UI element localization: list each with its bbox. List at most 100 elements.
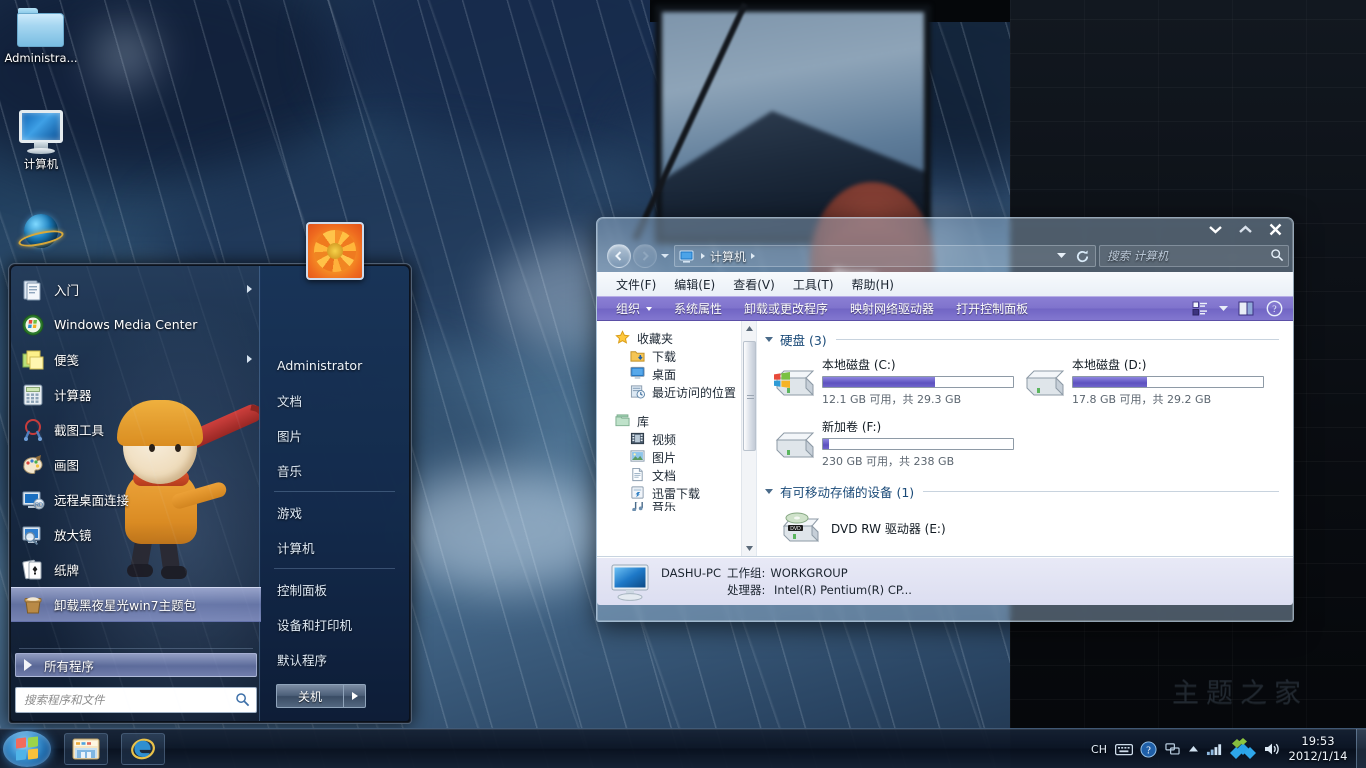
taskbar-internet-explorer[interactable] [121,733,165,765]
start-menu-item-music[interactable]: 音乐 [260,453,409,488]
start-menu-item-control-panel[interactable]: 控制面板 [260,572,409,607]
navigation-pane[interactable]: 收藏夹 下载 桌面 最近访问的位置 库 视频 图片 文档 迅雷下载 音乐 [597,321,757,556]
start-menu-item-default-programs[interactable]: 默认程序 [260,642,409,677]
view-dropdown-button[interactable] [1216,298,1230,319]
content-pane[interactable]: 硬盘 (3) 本地磁盘 (C:) 12.1 GB 可用，共 29.3 GB 本地… [757,321,1293,556]
group-header-removable-devices[interactable]: 有可移动存储的设备 (1) [757,481,1293,501]
menu-view[interactable]: 查看(V) [724,273,784,297]
menu-bar[interactable]: 文件(F) 编辑(E) 查看(V) 工具(T) 帮助(H) [597,272,1293,296]
scroll-up-button[interactable] [742,321,756,336]
shutdown-button[interactable]: 关机 [276,684,344,708]
map-network-drive-button[interactable]: 映射网络驱动器 [839,297,945,320]
maximize-button[interactable] [1231,220,1259,239]
start-menu-item-computer[interactable]: 计算机 [260,530,409,565]
ime-indicator[interactable]: CH [1091,743,1107,756]
explorer-search-box[interactable]: 搜索 计算机 [1099,245,1289,267]
address-dropdown-button[interactable] [1052,253,1071,259]
start-menu-search[interactable] [15,687,257,715]
nav-item-favorites[interactable]: 收藏夹 [597,329,756,347]
volume-icon[interactable] [1262,734,1282,764]
nav-item-downloads[interactable]: 下载 [597,347,756,365]
preview-pane-icon[interactable] [1234,298,1258,319]
shutdown-control[interactable]: 关机 [276,684,366,708]
start-menu-item-snipping-tool[interactable]: 截图工具 [11,412,261,447]
drive-item-f[interactable]: 新加卷 (F:) 230 GB 可用，共 238 GB [771,417,1021,469]
nav-item-music[interactable]: 音乐 [597,502,756,511]
start-menu-item-remote-desktop[interactable]: RD 远程桌面连接 [11,482,261,517]
start-menu-item-paint[interactable]: 画图 [11,447,261,482]
scroll-down-button[interactable] [742,541,756,556]
nav-item-thunder-downloads[interactable]: 迅雷下载 [597,484,756,502]
close-button[interactable] [1261,220,1289,239]
scrollbar-thumb[interactable] [743,341,756,451]
menu-file[interactable]: 文件(F) [607,273,665,297]
nav-scrollbar[interactable] [741,321,756,556]
start-button[interactable] [3,731,51,767]
all-programs-button[interactable]: 所有程序 [15,653,257,677]
start-menu-item-documents[interactable]: 文档 [260,383,409,418]
device-item-dvd[interactable]: DVD DVD RW 驱动器 (E:) [757,501,1293,547]
minimize-button[interactable] [1201,220,1229,239]
start-menu-item-media-center[interactable]: Windows Media Center [11,307,261,342]
taskbar-windows-explorer[interactable] [64,733,108,765]
group-header-hard-disks[interactable]: 硬盘 (3) [757,329,1293,349]
breadcrumb[interactable]: 计算机 [696,248,760,265]
menu-tools[interactable]: 工具(T) [784,273,843,297]
menu-help[interactable]: 帮助(H) [843,273,903,297]
start-menu[interactable]: 入门 Windows Media Center 便笺 计算器 截图工具 画图 R… [8,222,412,724]
command-toolbar[interactable]: 组织 系统属性 卸载或更改程序 映射网络驱动器 打开控制面板 ? [597,296,1293,321]
refresh-button[interactable] [1073,247,1091,265]
desktop-icon-globe[interactable] [4,212,78,252]
breadcrumb-bar[interactable]: 计算机 [674,245,1096,267]
drive-item-d[interactable]: 本地磁盘 (D:) 17.8 GB 可用，共 29.2 GB [1021,355,1271,407]
nav-item-recent-places[interactable]: 最近访问的位置 [597,383,756,401]
start-menu-item-devices-printers[interactable]: 设备和打印机 [260,607,409,642]
drive-item-c[interactable]: 本地磁盘 (C:) 12.1 GB 可用，共 29.3 GB [771,355,1021,407]
keyboard-icon[interactable] [1114,734,1134,764]
shutdown-options-button[interactable] [344,684,366,708]
start-menu-item-uninstall-theme[interactable]: 卸载黑夜星光win7主题包 [11,587,261,622]
show-desktop-button[interactable] [1356,729,1366,768]
desktop-icon-computer[interactable]: 计算机 [4,110,78,171]
organize-button[interactable]: 组织 [605,297,663,320]
desktop-icon-label: Administra... [4,51,78,65]
signal-icon[interactable] [1204,734,1224,764]
change-view-icon[interactable] [1188,298,1212,319]
menu-edit[interactable]: 编辑(E) [665,273,724,297]
desktop-icon-administrator[interactable]: Administra... [4,8,78,65]
avatar[interactable] [305,222,364,280]
open-control-panel-button[interactable]: 打开控制面板 [945,297,1039,320]
network-tray-icon[interactable] [1162,734,1182,764]
start-menu-item-calculator[interactable]: 计算器 [11,377,261,412]
nav-item-desktop[interactable]: 桌面 [597,365,756,383]
start-menu-item-pictures[interactable]: 图片 [260,418,409,453]
clock[interactable]: 19:53 2012/1/14 [1284,734,1352,764]
help-icon[interactable]: ? [1262,298,1286,319]
start-menu-item-games[interactable]: 游戏 [260,495,409,530]
start-menu-item-getting-started[interactable]: 入门 [11,272,261,307]
forward-button[interactable] [633,244,657,268]
uninstall-change-program-button[interactable]: 卸载或更改程序 [733,297,839,320]
action-center-icon[interactable] [1228,734,1258,764]
show-hidden-icons-button[interactable] [1186,734,1200,764]
address-bar[interactable]: 计算机 搜索 计算机 [597,240,1293,272]
back-button[interactable] [607,244,631,268]
window-titlebar[interactable] [597,218,1293,240]
nav-item-documents[interactable]: 文档 [597,466,756,484]
system-tray[interactable]: CH ? 19:53 2012/1/14 [1091,729,1366,768]
taskbar[interactable]: CH ? 19:53 2012/1/14 [0,728,1366,768]
start-menu-user-name[interactable]: Administrator [260,348,409,383]
start-menu-item-magnifier[interactable]: 放大镜 [11,517,261,552]
help-icon[interactable]: ? [1138,734,1158,764]
explorer-window[interactable]: 计算机 搜索 计算机 文件(F) 编辑(E) 查看(V) 工具(T) 帮助(H)… [596,217,1294,622]
system-properties-button[interactable]: 系统属性 [663,297,733,320]
pictures-icon [630,449,646,465]
breadcrumb-item-computer[interactable]: 计算机 [710,248,746,265]
recent-pages-button[interactable] [658,245,671,267]
nav-item-pictures[interactable]: 图片 [597,448,756,466]
start-menu-item-solitaire[interactable]: 纸牌 [11,552,261,587]
nav-item-videos[interactable]: 视频 [597,430,756,448]
start-menu-item-sticky-notes[interactable]: 便笺 [11,342,261,377]
nav-item-libraries[interactable]: 库 [597,412,756,430]
search-input[interactable] [15,687,257,713]
